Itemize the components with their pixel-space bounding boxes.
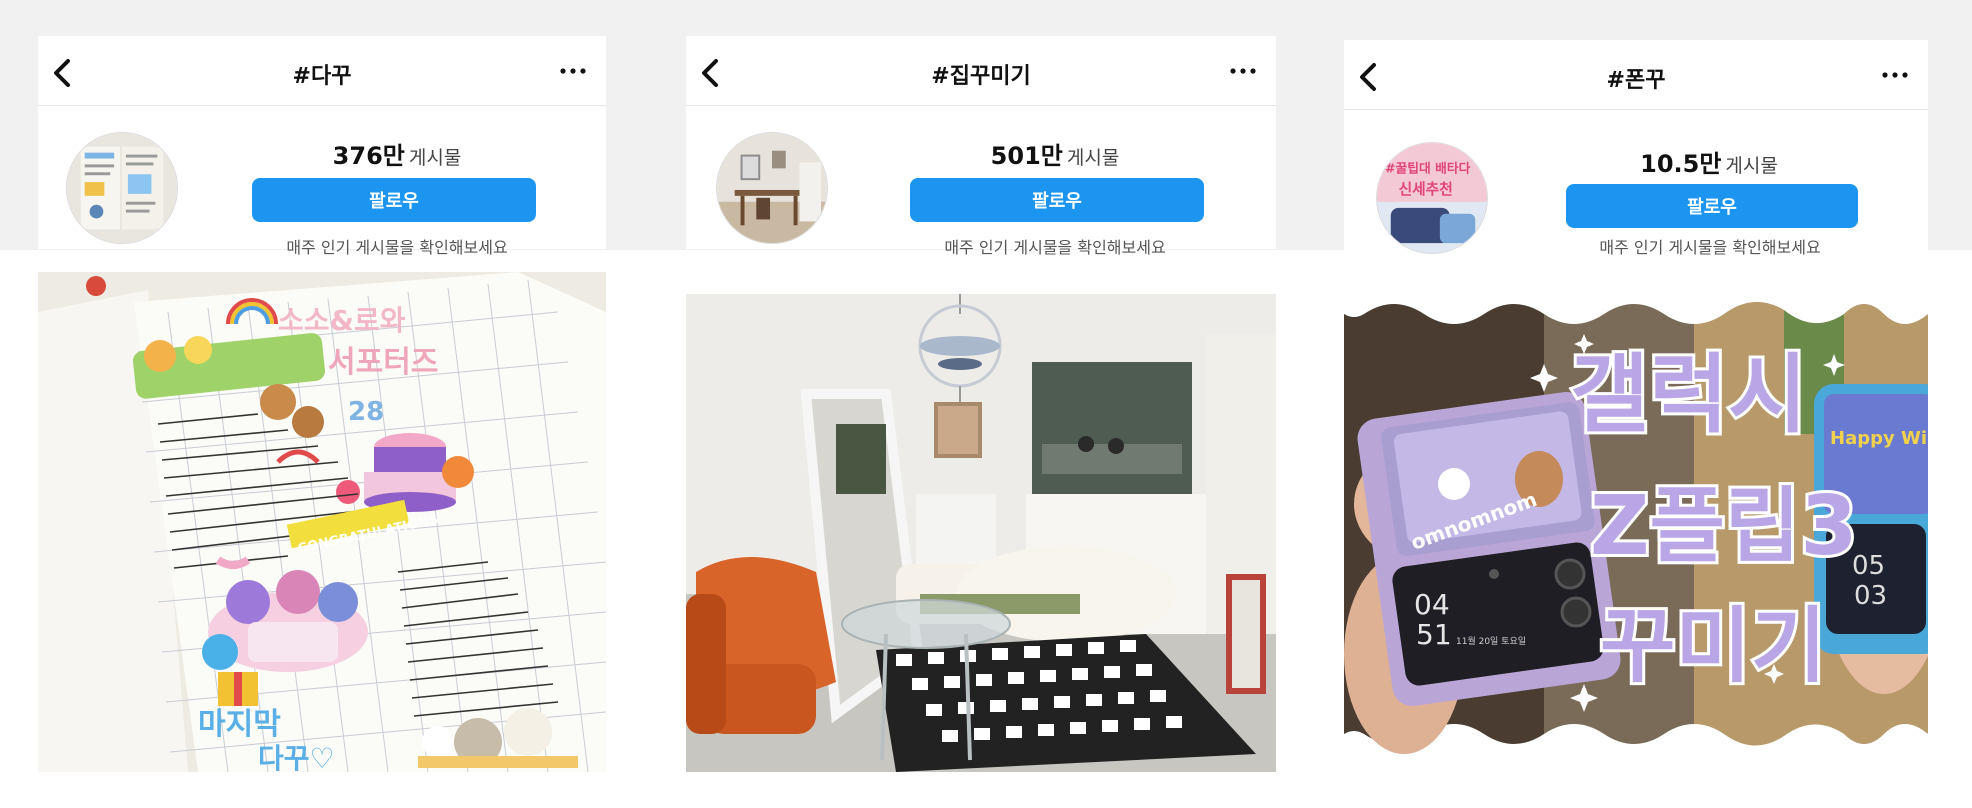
overlay-line-3: 꾸미기 <box>1600 599 1826 694</box>
sticker-text-2: 서포터즈 <box>328 345 438 380</box>
post-count: 10.5만 게시물 <box>1564 144 1854 179</box>
avatar-text-2: 신세추천 <box>1399 180 1453 198</box>
note-text-1: 마지막 <box>198 707 281 742</box>
hashtag-profile: #꿀팁대 배타다 신세추천 10.5만 게시물 팔로우 매주 인기 게시물을 확인… <box>1344 110 1928 262</box>
hashtag-avatar <box>716 132 828 244</box>
post-count: 376만 게시물 <box>252 136 542 171</box>
weekly-hint-text: 매주 인기 게시물을 확인해보세요 <box>944 238 1166 257</box>
top-post-photo-phone-case[interactable]: omnomnom 04 51 11월 20일 토요일 Happy Winter … <box>1344 274 1928 774</box>
hashtag-avatar: #꿀팁대 배타다 신세추천 <box>1376 142 1488 254</box>
hashtag-avatar <box>66 132 178 244</box>
page-title: #폰꾸 <box>1606 68 1666 93</box>
hashtag-profile: 376만 게시물 팔로우 매주 인기 게시물을 확인해보세요 <box>38 106 606 257</box>
header: #폰꾸 <box>1344 40 1928 110</box>
more-options-icon[interactable] <box>1880 68 1910 82</box>
overlay-line-1: 갤럭시 <box>1570 345 1807 445</box>
hashtag-profile: 501만 게시물 팔로우 매주 인기 게시물을 확인해보세요 <box>686 106 1276 257</box>
header: #다꾸 <box>38 36 606 106</box>
top-post-photo-diary[interactable]: 소소&로와 서포터즈 28 CONGRATULATIONS 마지막 다꾸♡ <box>38 272 606 772</box>
post-count-number: 376만 <box>332 142 405 170</box>
weekly-hint-text: 매주 인기 게시물을 확인해보세요 <box>1599 238 1821 257</box>
right-phone-text: Happy Winter <box>1830 428 1928 449</box>
phone-time-1: 04 <box>1414 588 1450 621</box>
avatar-text-1: #꿀팁대 배타다 <box>1385 160 1471 176</box>
sticker-number: 28 <box>348 397 384 427</box>
post-count: 501만 게시물 <box>908 136 1202 171</box>
header: #집꾸미기 <box>686 36 1276 106</box>
page-title: #집꾸미기 <box>931 64 1031 89</box>
hashtag-page-pongguu: #폰꾸 #꿀팁대 배타다 신세추천 10.5만 게시물 팔로우 매주 인기 게시… <box>1344 40 1928 262</box>
right-time-2: 03 <box>1854 581 1887 611</box>
page-title: #다꾸 <box>292 64 352 89</box>
follow-button[interactable]: 팔로우 <box>910 178 1204 222</box>
weekly-hint-text: 매주 인기 게시물을 확인해보세요 <box>286 238 508 257</box>
follow-button[interactable]: 팔로우 <box>1566 184 1858 228</box>
more-options-icon[interactable] <box>1228 64 1258 78</box>
post-count-unit: 게시물 <box>1066 147 1120 169</box>
overlay-line-2: Z플립3 <box>1590 479 1857 574</box>
note-text-2: 다꾸♡ <box>258 742 335 772</box>
hashtag-page-dakku: #다꾸 376만 게시물 팔로우 매주 인기 게시물을 확인해보세요 <box>38 36 606 257</box>
phone-date: 11월 20일 토요일 <box>1456 635 1526 647</box>
top-post-photo-room[interactable] <box>686 294 1276 772</box>
hashtag-page-jipkkumigi: #집꾸미기 501만 게시물 팔로우 매주 인기 게시물을 확인해보세요 <box>686 36 1276 257</box>
sticker-text-1: 소소&로와 <box>278 304 406 337</box>
post-count-unit: 게시물 <box>408 147 462 169</box>
follow-button[interactable]: 팔로우 <box>252 178 536 222</box>
post-count-unit: 게시물 <box>1725 155 1778 177</box>
more-options-icon[interactable] <box>558 64 588 78</box>
post-count-number: 501만 <box>990 142 1063 170</box>
post-count-number: 10.5만 <box>1640 150 1722 178</box>
collage-canvas: #다꾸 376만 게시물 팔로우 매주 인기 게시물을 확인해보세요 소소&로와… <box>0 0 1972 808</box>
phone-time-2: 51 <box>1416 618 1452 651</box>
